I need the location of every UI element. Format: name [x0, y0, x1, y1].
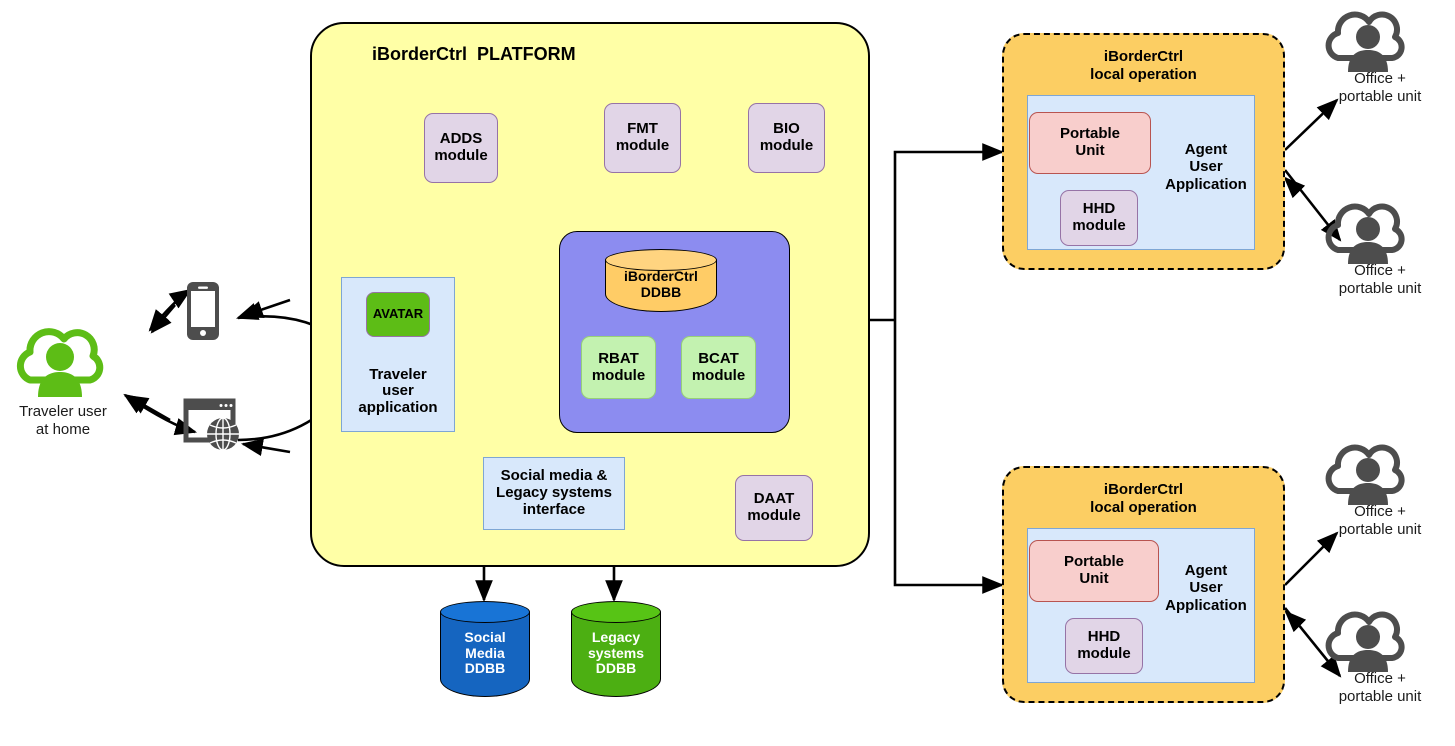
- traveler-user-caption: Traveler user at home: [19, 403, 107, 438]
- edge-localop-to-office-top1: [1284, 98, 1339, 151]
- social-media-ddbb-label: Social Media DDBB: [464, 629, 506, 677]
- rbat-module[interactable]: RBAT module: [581, 336, 656, 399]
- local-operation-top-title: iBorderCtrl local operation: [1090, 48, 1197, 83]
- traveler-user-application-label: Traveler user application: [358, 365, 438, 417]
- edge-travelerapp-back-to-browser: [240, 438, 291, 457]
- cylinder-top: [440, 601, 530, 623]
- portable-unit-bottom[interactable]: Portable Unit: [1029, 540, 1159, 602]
- bio-module[interactable]: BIO module: [748, 103, 825, 173]
- portable-unit-top[interactable]: Portable Unit: [1029, 112, 1151, 174]
- edge-platform-to-localop-bottom: [893, 320, 1005, 594]
- social-media-ddbb: Social Media DDBB: [440, 601, 530, 697]
- daat-module[interactable]: DAAT module: [735, 475, 813, 541]
- edge-phone-to-traveler-a: [148, 309, 170, 332]
- hhd-module-bottom[interactable]: HHD module: [1065, 618, 1143, 674]
- office-top-2-icon: [1318, 200, 1418, 268]
- edge-traveler-to-phone-a: [149, 288, 192, 331]
- edge-browser-back-to-traveler: [126, 394, 171, 422]
- edge-localop-to-office-bot1: [1284, 531, 1339, 586]
- platform-title: iBorderCtrl PLATFORM: [372, 44, 576, 64]
- bcat-module[interactable]: BCAT module: [681, 336, 756, 399]
- smartphone-icon: [185, 280, 221, 342]
- edge-travelerapp-back-to-phone: [241, 298, 291, 319]
- legacy-systems-ddbb-label: Legacy systems DDBB: [587, 629, 645, 677]
- office-bottom-2-icon: [1318, 608, 1418, 676]
- office-top-1-icon: [1318, 8, 1418, 76]
- iborderctrl-ddbb-label: iBorderCtrl DDBB: [624, 268, 698, 300]
- agent-user-application-bottom-label: Agent User Application: [1165, 562, 1247, 614]
- fmt-module[interactable]: FMT module: [604, 103, 681, 173]
- local-operation-bottom-title: iBorderCtrl local operation: [1090, 481, 1197, 516]
- hhd-module-top[interactable]: HHD module: [1060, 190, 1138, 246]
- office-bottom-2-caption: Office + portable unit: [1338, 670, 1422, 705]
- legacy-systems-ddbb: Legacy systems DDBB: [571, 601, 661, 697]
- avatar-button[interactable]: AVATAR: [366, 292, 430, 337]
- architecture-diagram: iBorderCtrl PLATFORM ADDS module FMT mod…: [0, 0, 1455, 746]
- adds-module[interactable]: ADDS module: [424, 113, 498, 183]
- social-legacy-interface[interactable]: Social media & Legacy systems interface: [483, 457, 625, 530]
- edge-phone-back-to-traveler: [150, 304, 176, 334]
- office-bottom-1-icon: [1318, 441, 1418, 509]
- office-top-1-caption: Office + portable unit: [1338, 70, 1422, 105]
- edge-office-top2-to-localop: [1283, 176, 1306, 199]
- agent-user-application-top-label: Agent User Application: [1165, 141, 1247, 193]
- office-bottom-1-caption: Office + portable unit: [1338, 503, 1422, 538]
- traveler-user-icon: [8, 322, 108, 402]
- iborderctrl-ddbb-cylinder: iBorderCtrl DDBB: [605, 249, 717, 312]
- office-top-2-caption: Office + portable unit: [1338, 262, 1422, 297]
- edge-platform-to-localop-top: [893, 143, 1005, 320]
- browser-globe-icon: [183, 398, 243, 454]
- cylinder-top: [571, 601, 661, 623]
- edge-office-bot2-to-localop: [1284, 610, 1307, 633]
